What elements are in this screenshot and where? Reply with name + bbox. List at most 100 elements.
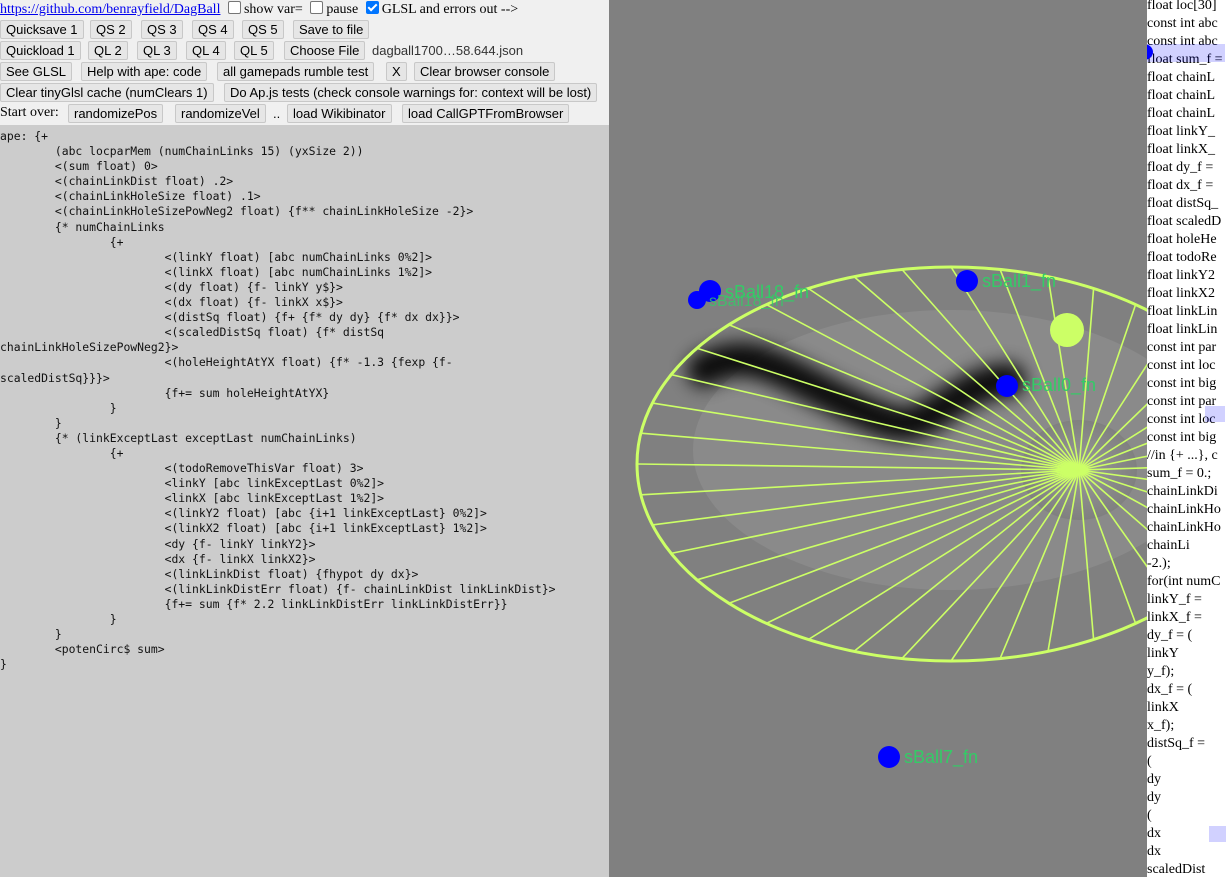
glsl-line: float chainL xyxy=(1147,70,1216,85)
code-editor[interactable]: ape: {+ (abc locparMem (numChainLinks 15… xyxy=(0,125,609,877)
wheel-handle[interactable] xyxy=(1050,313,1084,347)
clear-cache-button[interactable]: Clear tinyGlsl cache (numClears 1) xyxy=(0,83,214,102)
do-apjs-tests-button[interactable]: Do Ap.js tests (check console warnings f… xyxy=(224,83,598,102)
glsl-line: float scaledD xyxy=(1147,214,1222,229)
glsl-line: linkX xyxy=(1147,700,1179,715)
glsl-line: dy xyxy=(1147,790,1161,805)
chosen-file-name: dagball1700…58.644.json xyxy=(372,43,524,58)
save-to-file-button[interactable]: Save to file xyxy=(293,20,370,39)
show-var-label: show var= xyxy=(243,2,303,17)
ball-label: sBall1_fn xyxy=(982,271,1056,292)
highlight-band xyxy=(1205,406,1225,422)
glsl-output-panel: float loc[30] const int abc const int abc f… xyxy=(1147,0,1226,877)
glsl-line: float todoRe xyxy=(1147,250,1217,265)
glsl-line: dy_f = ( xyxy=(1147,628,1193,643)
start-over-label: Start over: xyxy=(0,105,59,120)
glsl-line: -2.); xyxy=(1147,556,1171,571)
options-row: https://github.com/benrayfield/DagBall s… xyxy=(0,1,518,19)
ball-dot[interactable] xyxy=(688,291,706,309)
glsl-line: float linkY_ xyxy=(1147,124,1216,139)
ball-sball1[interactable]: sBall1_fn xyxy=(956,270,1056,292)
control-panel: https://github.com/benrayfield/DagBall s… xyxy=(0,0,609,125)
glsl-line: chainLi xyxy=(1147,538,1190,553)
glsl-line: chainLinkHo xyxy=(1147,502,1221,517)
glsl-line: distSq_f = xyxy=(1147,736,1206,751)
glsl-line: chainLinkHo xyxy=(1147,520,1221,535)
qs4-button[interactable]: QS 4 xyxy=(192,20,234,39)
qs2-button[interactable]: QS 2 xyxy=(90,20,132,39)
qs3-button[interactable]: QS 3 xyxy=(141,20,183,39)
ball-sball18[interactable]: sBall18_fn sBall18_fn xyxy=(688,280,809,310)
pause-label: pause xyxy=(326,2,359,17)
randomize-vel-button[interactable]: randomizeVel xyxy=(175,104,266,123)
x-button[interactable]: X xyxy=(386,62,407,81)
glsl-line: float linkX2 xyxy=(1147,286,1216,301)
glsl-line: linkY_f = xyxy=(1147,592,1202,607)
glsl-line: float linkLin xyxy=(1147,322,1218,337)
pause-checkbox[interactable] xyxy=(310,1,324,14)
glsl-line: float linkY2 xyxy=(1147,268,1216,283)
ball-dot[interactable] xyxy=(878,746,900,768)
glsl-line: float distSq_ xyxy=(1147,196,1219,211)
ball-label-overlap: sBall18_fn xyxy=(709,293,784,310)
code-text: ape: {+ (abc locparMem (numChainLinks 15… xyxy=(0,129,556,672)
ql4-button[interactable]: QL 4 xyxy=(186,41,226,60)
choose-file-button[interactable]: Choose File xyxy=(284,41,366,60)
glsl-line: ( xyxy=(1147,808,1152,823)
game-scene: sBall18_fn sBall18_fn sBall1_fn sBall0_f… xyxy=(635,265,1147,768)
glsl-line: float chainL xyxy=(1147,106,1216,121)
ball-dot[interactable] xyxy=(996,375,1018,397)
glsl-line: linkX_f = xyxy=(1147,610,1202,625)
glsl-label: GLSL and errors out --> xyxy=(381,2,519,17)
highlight-band xyxy=(1209,826,1226,842)
see-glsl-button[interactable]: See GLSL xyxy=(0,62,72,81)
glsl-line: const int loc xyxy=(1147,358,1216,373)
glsl-line: x_f); xyxy=(1147,718,1175,733)
ql3-button[interactable]: QL 3 xyxy=(137,41,177,60)
glsl-line: dx_f = ( xyxy=(1147,682,1193,697)
ql2-button[interactable]: QL 2 xyxy=(88,41,128,60)
glsl-line: float holeHe xyxy=(1147,232,1217,247)
quicksave-1-button[interactable]: Quicksave 1 xyxy=(0,20,84,39)
glsl-line: float dy_f = xyxy=(1147,160,1214,175)
glsl-line: linkY xyxy=(1147,646,1179,661)
glsl-line: for(int numC xyxy=(1147,574,1221,589)
glsl-line: const int big xyxy=(1147,430,1217,445)
glsl-line: ( xyxy=(1147,754,1152,769)
glsl-line: y_f); xyxy=(1147,664,1175,679)
glsl-line: const int abc xyxy=(1147,16,1218,31)
ball-sball7[interactable]: sBall7_fn xyxy=(878,746,978,768)
glsl-line: float dx_f = xyxy=(1147,178,1214,193)
dots-separator: .. xyxy=(273,106,281,121)
glsl-line: const int par xyxy=(1147,340,1217,355)
ball-dot[interactable] xyxy=(956,270,978,292)
highlight-band xyxy=(1147,44,1225,62)
gamepads-rumble-button[interactable]: all gamepads rumble test xyxy=(217,62,375,81)
load-callgpt-button[interactable]: load CallGPTFromBrowser xyxy=(402,104,570,123)
glsl-line: float loc[30] xyxy=(1147,0,1217,13)
clear-console-button[interactable]: Clear browser console xyxy=(414,62,556,81)
glsl-line: chainLinkDi xyxy=(1147,484,1218,499)
qs5-button[interactable]: QS 5 xyxy=(242,20,284,39)
show-var-checkbox[interactable] xyxy=(227,1,241,14)
ball-label: sBall0_fn xyxy=(1022,375,1096,396)
glsl-line: float chainL xyxy=(1147,88,1216,103)
glsl-line: const int big xyxy=(1147,376,1217,391)
load-wikibinator-button[interactable]: load Wikibinator xyxy=(287,104,392,123)
quickload-1-button[interactable]: Quickload 1 xyxy=(0,41,81,60)
ball-label: sBall7_fn xyxy=(904,747,978,768)
glsl-line: sum_f = 0.; xyxy=(1147,466,1212,481)
glsl-line: scaledDist xyxy=(1147,862,1206,877)
randomize-pos-button[interactable]: randomizePos xyxy=(68,104,164,123)
game-canvas[interactable]: sBall18_fn sBall18_fn sBall1_fn sBall0_f… xyxy=(609,0,1147,877)
glsl-line: dy xyxy=(1147,772,1161,787)
repo-link[interactable]: https://github.com/benrayfield/DagBall xyxy=(0,2,220,17)
ql5-button[interactable]: QL 5 xyxy=(234,41,274,60)
glsl-line: dx xyxy=(1147,844,1161,859)
help-ape-button[interactable]: Help with ape: code xyxy=(81,62,208,81)
glsl-line: //in {+ ...}, c xyxy=(1147,448,1218,463)
ball-sball0[interactable]: sBall0_fn xyxy=(996,375,1096,397)
glsl-line: float linkLin xyxy=(1147,304,1218,319)
glsl-line: float linkX_ xyxy=(1147,142,1216,157)
glsl-checkbox[interactable] xyxy=(365,1,379,14)
